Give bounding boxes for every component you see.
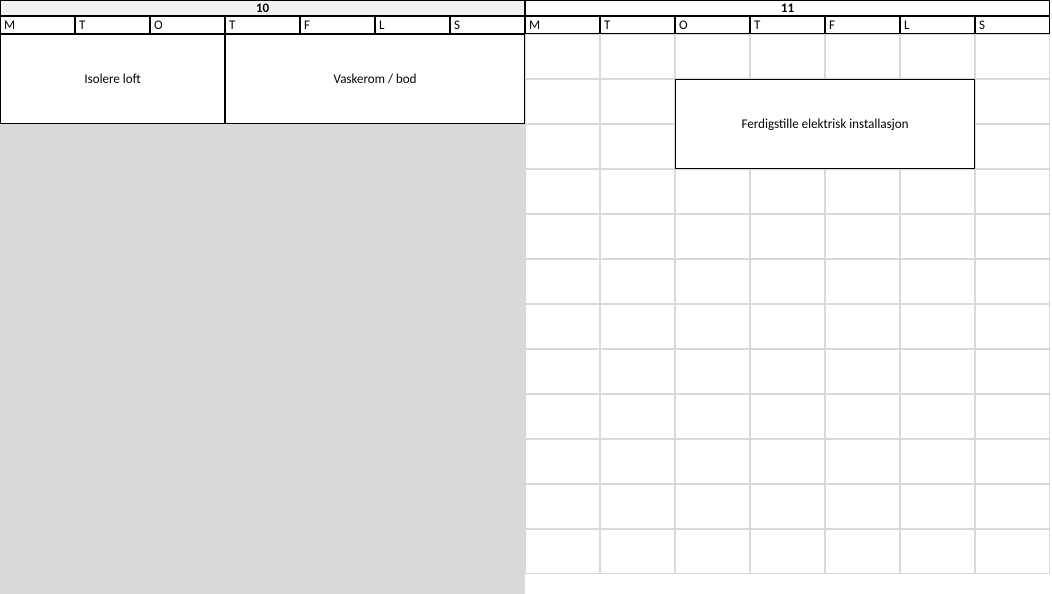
body-cell[interactable] (600, 304, 675, 349)
body-cell[interactable] (600, 34, 675, 79)
body-cell[interactable] (525, 169, 600, 214)
body-cell[interactable] (825, 304, 900, 349)
body-cell[interactable] (675, 169, 750, 214)
inactive-region-week10 (0, 124, 525, 594)
body-cell[interactable] (675, 439, 750, 484)
body-cell[interactable] (900, 214, 975, 259)
body-cell[interactable] (525, 259, 600, 304)
body-cell[interactable] (900, 304, 975, 349)
body-cell[interactable] (825, 349, 900, 394)
task-ferdigstille-elektrisk[interactable]: Ferdigstille elektrisk installasjon (675, 79, 975, 169)
body-cell[interactable] (975, 34, 1050, 79)
body-cell[interactable] (600, 394, 675, 439)
body-cell[interactable] (600, 79, 675, 124)
weekday-header: O (150, 16, 225, 34)
body-cell[interactable] (975, 79, 1050, 124)
body-cell[interactable] (825, 484, 900, 529)
body-cell[interactable] (750, 259, 825, 304)
body-cell[interactable] (975, 484, 1050, 529)
body-cell[interactable] (750, 439, 825, 484)
weekday-header: T (225, 16, 300, 34)
body-cell[interactable] (525, 304, 600, 349)
body-cell[interactable] (525, 529, 600, 574)
body-cell[interactable] (525, 484, 600, 529)
body-cell[interactable] (675, 529, 750, 574)
spreadsheet-schedule: 1011MTOTFLSMTOTFLSIsolere loftVaskerom /… (0, 0, 1052, 594)
body-cell[interactable] (825, 394, 900, 439)
body-cell[interactable] (675, 34, 750, 79)
body-cell[interactable] (825, 439, 900, 484)
body-cell[interactable] (675, 484, 750, 529)
body-cell[interactable] (675, 394, 750, 439)
body-cell[interactable] (750, 349, 825, 394)
body-cell[interactable] (600, 484, 675, 529)
body-cell[interactable] (975, 169, 1050, 214)
body-cell[interactable] (750, 484, 825, 529)
body-cell[interactable] (600, 169, 675, 214)
body-cell[interactable] (900, 439, 975, 484)
weekday-header: L (375, 16, 450, 34)
weekday-header: S (975, 16, 1050, 34)
weekday-header: F (300, 16, 375, 34)
body-cell[interactable] (975, 214, 1050, 259)
weekday-header: M (0, 16, 75, 34)
body-cell[interactable] (675, 259, 750, 304)
week-header-10: 10 (0, 0, 525, 16)
body-cell[interactable] (750, 214, 825, 259)
body-cell[interactable] (975, 529, 1050, 574)
body-cell[interactable] (975, 394, 1050, 439)
weekday-header: O (675, 16, 750, 34)
body-cell[interactable] (900, 484, 975, 529)
task-isolere-loft[interactable]: Isolere loft (0, 34, 225, 124)
weekday-header: S (450, 16, 525, 34)
weekday-header: T (750, 16, 825, 34)
body-cell[interactable] (825, 169, 900, 214)
body-cell[interactable] (525, 124, 600, 169)
body-cell[interactable] (675, 304, 750, 349)
body-cell[interactable] (900, 349, 975, 394)
body-cell[interactable] (900, 259, 975, 304)
body-cell[interactable] (975, 349, 1050, 394)
weekday-header: F (825, 16, 900, 34)
body-cell[interactable] (525, 34, 600, 79)
body-cell[interactable] (900, 529, 975, 574)
weekday-header: L (900, 16, 975, 34)
body-cell[interactable] (750, 394, 825, 439)
body-cell[interactable] (900, 34, 975, 79)
weekday-header: M (525, 16, 600, 34)
body-cell[interactable] (525, 214, 600, 259)
body-cell[interactable] (525, 79, 600, 124)
body-cell[interactable] (600, 214, 675, 259)
task-vaskerom-bod[interactable]: Vaskerom / bod (225, 34, 525, 124)
body-cell[interactable] (600, 439, 675, 484)
body-cell[interactable] (525, 394, 600, 439)
body-cell[interactable] (600, 124, 675, 169)
body-cell[interactable] (975, 259, 1050, 304)
body-cell[interactable] (975, 439, 1050, 484)
body-cell[interactable] (600, 259, 675, 304)
body-cell[interactable] (825, 529, 900, 574)
body-cell[interactable] (825, 214, 900, 259)
body-cell[interactable] (750, 169, 825, 214)
body-cell[interactable] (825, 259, 900, 304)
body-cell[interactable] (750, 34, 825, 79)
body-cell[interactable] (900, 394, 975, 439)
week-header-11: 11 (525, 0, 1050, 16)
body-cell[interactable] (675, 214, 750, 259)
body-cell[interactable] (825, 34, 900, 79)
body-cell[interactable] (600, 529, 675, 574)
weekday-header: T (75, 16, 150, 34)
body-cell[interactable] (600, 349, 675, 394)
body-cell[interactable] (750, 304, 825, 349)
body-cell[interactable] (675, 349, 750, 394)
weekday-header: T (600, 16, 675, 34)
body-cell[interactable] (900, 169, 975, 214)
body-cell[interactable] (975, 124, 1050, 169)
body-cell[interactable] (975, 304, 1050, 349)
body-cell[interactable] (525, 349, 600, 394)
body-cell[interactable] (525, 439, 600, 484)
body-cell[interactable] (750, 529, 825, 574)
